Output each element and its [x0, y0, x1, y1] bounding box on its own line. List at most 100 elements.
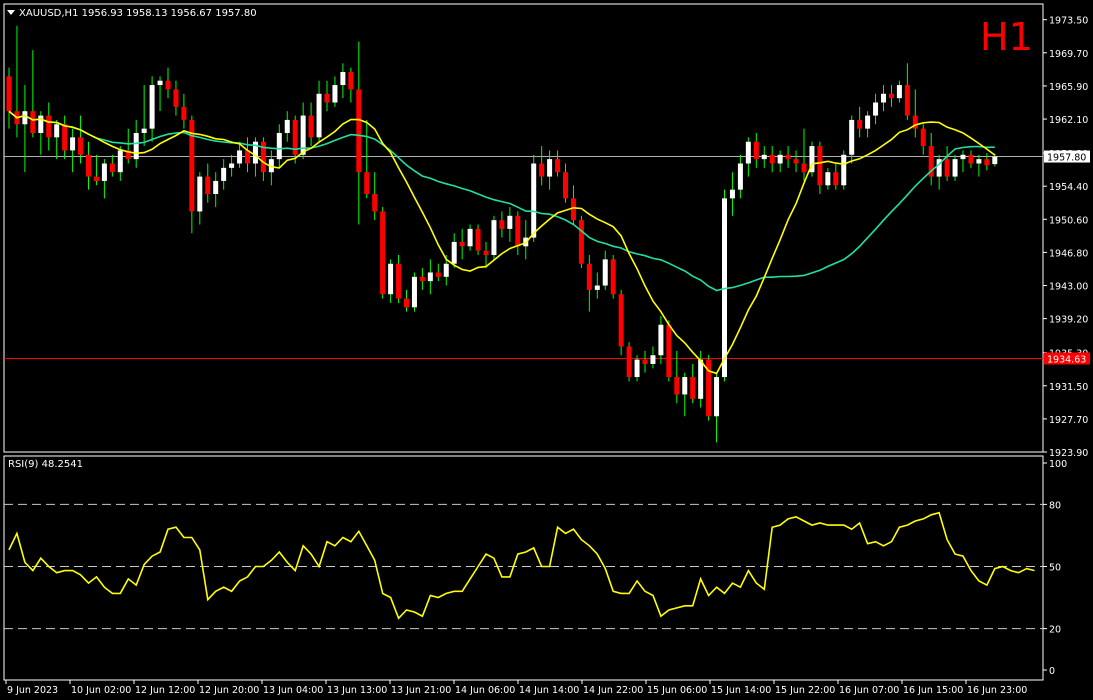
candle[interactable] — [912, 89, 918, 138]
candle[interactable] — [125, 128, 131, 164]
candle[interactable] — [936, 154, 942, 190]
candle[interactable] — [555, 150, 561, 177]
candle[interactable] — [873, 93, 879, 125]
candle[interactable] — [388, 259, 394, 303]
candle[interactable] — [793, 150, 799, 173]
candle[interactable] — [348, 67, 354, 103]
triangle-down-icon[interactable] — [7, 10, 15, 15]
candle[interactable] — [93, 154, 99, 186]
candle[interactable] — [690, 363, 696, 404]
candle[interactable] — [491, 215, 497, 260]
candle[interactable] — [260, 137, 266, 181]
candle[interactable] — [626, 342, 632, 382]
candle[interactable] — [650, 346, 656, 369]
candle[interactable] — [706, 355, 712, 421]
candle[interactable] — [960, 150, 966, 173]
candles-layer[interactable] — [6, 25, 998, 443]
candle[interactable] — [404, 289, 409, 312]
candle[interactable] — [888, 85, 894, 107]
candle[interactable] — [729, 172, 735, 216]
candle[interactable] — [928, 132, 934, 186]
candle[interactable] — [976, 154, 982, 177]
candle[interactable] — [539, 146, 545, 186]
candle[interactable] — [173, 80, 179, 116]
candle[interactable] — [507, 207, 513, 242]
candle[interactable] — [722, 189, 727, 382]
candle[interactable] — [610, 255, 616, 299]
candle[interactable] — [316, 80, 322, 142]
candle[interactable] — [117, 146, 123, 181]
candle[interactable] — [459, 228, 465, 260]
candle[interactable] — [578, 215, 584, 269]
candle[interactable] — [372, 172, 378, 221]
candle[interactable] — [920, 124, 926, 155]
candle[interactable] — [364, 119, 370, 199]
candle[interactable] — [157, 76, 163, 112]
candle[interactable] — [499, 211, 505, 238]
candle[interactable] — [411, 272, 417, 312]
candle[interactable] — [419, 268, 425, 290]
candle[interactable] — [594, 272, 600, 299]
candle[interactable] — [992, 153, 998, 167]
candle[interactable] — [658, 316, 664, 364]
candle[interactable] — [70, 128, 76, 173]
candle[interactable] — [984, 153, 990, 171]
candle[interactable] — [817, 141, 823, 195]
candle[interactable] — [841, 150, 847, 190]
candle[interactable] — [6, 67, 12, 129]
candle[interactable] — [618, 289, 624, 356]
candle[interactable] — [968, 150, 974, 168]
candle[interactable] — [809, 141, 815, 177]
candle[interactable] — [881, 85, 886, 112]
candle[interactable] — [825, 167, 831, 190]
candle[interactable] — [14, 25, 20, 138]
candle[interactable] — [682, 372, 688, 417]
candle[interactable] — [777, 150, 783, 173]
candle[interactable] — [737, 154, 743, 199]
candle[interactable] — [435, 263, 441, 282]
candle[interactable] — [896, 80, 902, 103]
candle[interactable] — [586, 255, 592, 312]
candle[interactable] — [109, 154, 115, 177]
candle[interactable] — [570, 185, 576, 225]
candle[interactable] — [904, 63, 910, 120]
candle[interactable] — [213, 172, 219, 208]
candle[interactable] — [745, 137, 751, 177]
candle[interactable] — [380, 207, 386, 299]
candle[interactable] — [54, 119, 60, 160]
candle[interactable] — [753, 132, 759, 168]
candle[interactable] — [475, 224, 481, 256]
candle[interactable] — [245, 137, 250, 173]
candle[interactable] — [62, 115, 68, 160]
candle[interactable] — [396, 255, 402, 303]
candle[interactable] — [467, 224, 473, 251]
candle[interactable] — [284, 111, 290, 142]
candle[interactable] — [761, 146, 767, 168]
candle[interactable] — [952, 154, 958, 181]
candle[interactable] — [86, 141, 91, 190]
candle[interactable] — [515, 211, 521, 256]
candle[interactable] — [833, 163, 839, 190]
candle[interactable] — [205, 163, 211, 203]
candle[interactable] — [197, 172, 203, 225]
candle[interactable] — [101, 159, 107, 199]
candle[interactable] — [229, 154, 235, 177]
candle[interactable] — [38, 111, 44, 155]
candle[interactable] — [165, 67, 171, 99]
candle[interactable] — [141, 85, 147, 147]
candle[interactable] — [785, 146, 791, 168]
candle[interactable] — [642, 350, 648, 373]
candle[interactable] — [531, 154, 537, 242]
candle[interactable] — [451, 233, 457, 269]
candle[interactable] — [332, 76, 338, 107]
candle[interactable] — [181, 93, 187, 129]
candle[interactable] — [308, 102, 314, 147]
candle[interactable] — [865, 111, 871, 138]
candle[interactable] — [46, 102, 52, 151]
candle[interactable] — [666, 320, 672, 382]
candle[interactable] — [340, 63, 346, 99]
candle[interactable] — [602, 250, 608, 290]
candle[interactable] — [801, 128, 807, 181]
candle[interactable] — [268, 150, 274, 186]
candle[interactable] — [149, 76, 155, 142]
